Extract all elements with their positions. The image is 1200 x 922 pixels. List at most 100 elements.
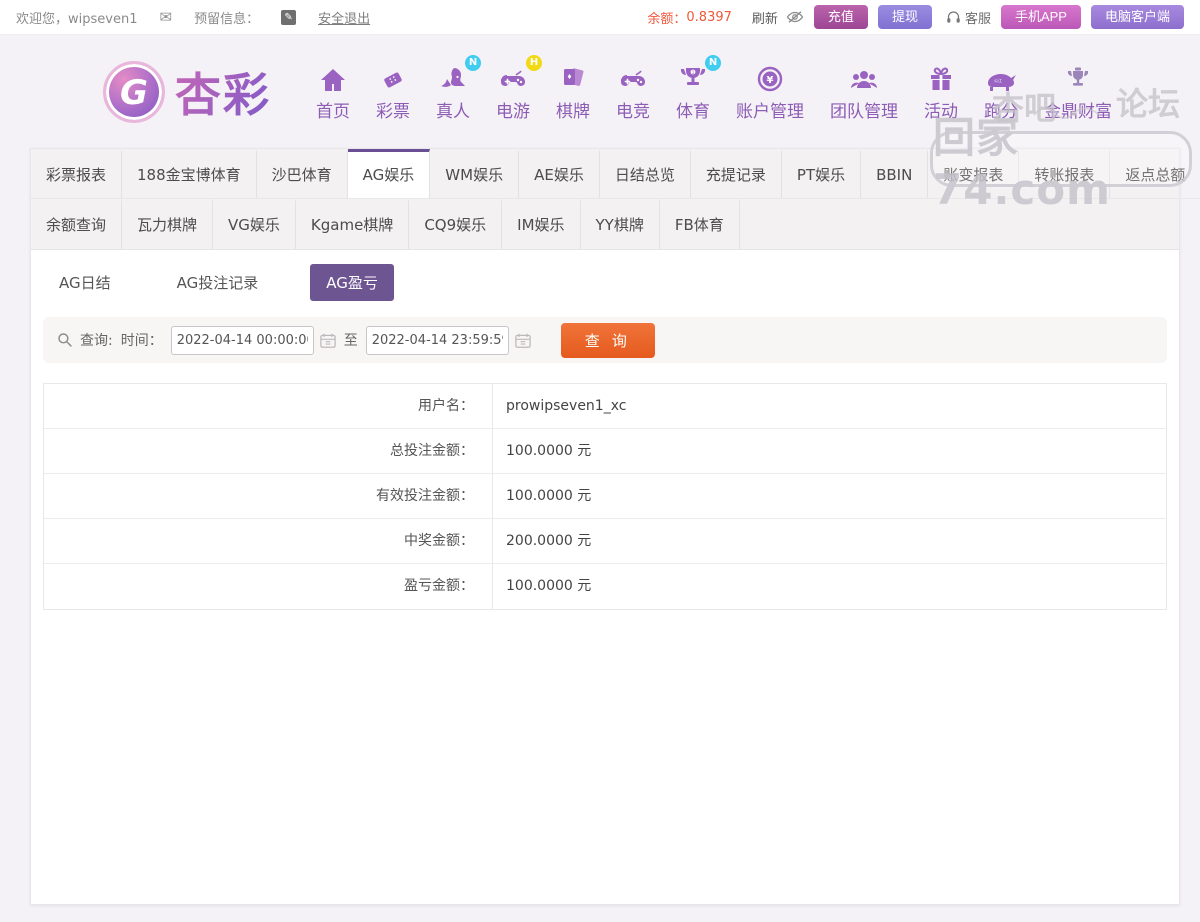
table-row: 盈亏金额：100.0000 元 [44, 564, 1166, 609]
tab-item[interactable]: 彩票报表 [31, 149, 122, 199]
start-datetime-input[interactable] [171, 326, 314, 355]
nav-item-label: 电游 [496, 97, 530, 122]
tab-item[interactable]: 日结总览 [600, 149, 691, 199]
nav-item[interactable]: 1N 体育 [676, 61, 710, 122]
recharge-button[interactable]: 充值 [814, 5, 868, 29]
people-icon [849, 61, 879, 93]
refresh-link[interactable]: 刷新 [752, 8, 778, 27]
svg-text:公江: 公江 [994, 77, 1002, 83]
calendar-icon[interactable] [320, 332, 336, 348]
subtab-item[interactable]: AG投注记录 [163, 264, 273, 301]
envelope-icon[interactable]: ✉ [159, 8, 172, 26]
query-label: 查询: [80, 330, 113, 350]
home-icon [319, 61, 347, 93]
tab-item[interactable]: BBIN [861, 149, 928, 199]
nav-item[interactable]: 电竞 [616, 61, 650, 122]
time-label: 时间： [121, 330, 163, 350]
nav-item-label: 跑分 [984, 97, 1018, 122]
nav-item[interactable]: N真人 [436, 61, 470, 122]
nav-item-label: 团队管理 [830, 97, 898, 122]
top-bar: 欢迎您，wipseven1 ✉ 预留信息： ✎ 安全退出 余额： 0.8397 … [0, 0, 1200, 35]
badge-n: N [705, 55, 721, 71]
detail-table: 用户名：prowipseven1_xc总投注金额：100.0000 元有效投注金… [43, 383, 1167, 610]
table-row: 中奖金额：200.0000 元 [44, 519, 1166, 564]
logo-badge-icon: G [103, 61, 165, 123]
tab-item[interactable]: 充提记录 [691, 149, 782, 199]
nav-item[interactable]: 首页 [316, 61, 350, 122]
subtab-item[interactable]: AG日结 [45, 264, 125, 301]
row-label: 中奖金额： [44, 519, 493, 563]
query-submit-button[interactable]: 查 询 [561, 323, 655, 358]
person-icon: N [439, 61, 467, 93]
nav-item[interactable]: ¥账户管理 [736, 61, 804, 122]
nav-item-label: 棋牌 [556, 97, 590, 122]
eye-off-icon[interactable] [786, 10, 804, 24]
nav-item[interactable]: 团队管理 [830, 61, 898, 122]
site-logo[interactable]: G 杏彩 [103, 59, 271, 125]
tab-item[interactable]: 188金宝博体育 [122, 149, 257, 199]
cup-icon [1064, 61, 1092, 93]
edit-icon[interactable]: ✎ [281, 10, 296, 25]
nav-item[interactable]: 公江跑分 [984, 61, 1018, 122]
nav-item[interactable]: 金鼎财富 [1044, 61, 1112, 122]
end-datetime-input[interactable] [366, 326, 509, 355]
nav-item[interactable]: 活动 [924, 61, 958, 122]
nav-item[interactable]: 彩票 [376, 61, 410, 122]
tab-item[interactable]: AG娱乐 [348, 149, 431, 199]
nav-item[interactable]: H电游 [496, 61, 530, 122]
tab-item[interactable]: Kgame棋牌 [296, 199, 409, 249]
calendar-icon[interactable] [515, 332, 531, 348]
balance-value: 0.8397 [686, 10, 732, 25]
row-label: 有效投注金额： [44, 474, 493, 518]
nav-item-label: 电竞 [616, 97, 650, 122]
tab-item[interactable]: YY棋牌 [581, 199, 660, 249]
nav-item-label: 首页 [316, 97, 350, 122]
gift-icon [928, 61, 954, 93]
main-nav: G 杏彩 首页彩票N真人H电游棋牌电竞1N体育¥账户管理团队管理活动公江跑分金鼎… [0, 35, 1200, 148]
headset-icon [946, 10, 961, 24]
nav-item[interactable]: 棋牌 [556, 61, 590, 122]
logout-link[interactable]: 安全退出 [318, 8, 370, 27]
welcome-text: 欢迎您，wipseven1 [16, 8, 137, 27]
row-value: 200.0000 元 [493, 519, 1166, 563]
table-row: 总投注金额：100.0000 元 [44, 429, 1166, 474]
pc-client-button[interactable]: 电脑客户端 [1091, 5, 1184, 29]
table-row: 用户名：prowipseven1_xc [44, 384, 1166, 429]
trophy-icon: 1N [679, 61, 707, 93]
mobile-app-button[interactable]: 手机APP [1001, 5, 1081, 29]
tab-item[interactable]: FB体育 [660, 199, 740, 249]
to-label: 至 [344, 330, 358, 350]
badge-h: H [526, 55, 542, 71]
ticket-icon [380, 61, 406, 93]
row-label: 用户名： [44, 384, 493, 428]
tab-item[interactable]: 余额查询 [31, 199, 122, 249]
tab-item[interactable]: VG娱乐 [213, 199, 296, 249]
nav-item-label: 体育 [676, 97, 710, 122]
tab-item[interactable]: AE娱乐 [519, 149, 600, 199]
tab-item[interactable]: 瓦力棋牌 [122, 199, 213, 249]
nav-item-label: 账户管理 [736, 97, 804, 122]
tab-item[interactable]: CQ9娱乐 [409, 199, 502, 249]
cards-icon [560, 61, 586, 93]
brand-name: 杏彩 [175, 59, 271, 125]
watermark-right-text: 论坛 [1116, 79, 1180, 125]
tab-item[interactable]: 账变报表 [928, 149, 1019, 199]
row-value: 100.0000 元 [493, 429, 1166, 473]
row-value: prowipseven1_xc [493, 384, 1166, 428]
tab-item[interactable]: PT娱乐 [782, 149, 861, 199]
table-row: 有效投注金额：100.0000 元 [44, 474, 1166, 519]
tab-item[interactable]: 返点总额 [1110, 149, 1200, 199]
content-panel: 彩票报表188金宝博体育沙巴体育AG娱乐WM娱乐AE娱乐日结总览充提记录PT娱乐… [30, 148, 1180, 905]
row-value: 100.0000 元 [493, 564, 1166, 609]
subtab-item[interactable]: AG盈亏 [310, 264, 394, 301]
reserved-info-label: 预留信息： [194, 8, 259, 27]
tab-item[interactable]: IM娱乐 [502, 199, 580, 249]
tab-item[interactable]: 转账报表 [1019, 149, 1110, 199]
tab-item[interactable]: 沙巴体育 [257, 149, 348, 199]
withdraw-button[interactable]: 提现 [878, 5, 932, 29]
tab-item[interactable]: WM娱乐 [430, 149, 519, 199]
rhino-icon: 公江 [984, 61, 1018, 93]
nav-item-label: 金鼎财富 [1044, 97, 1112, 122]
customer-service-link[interactable]: 客服 [946, 8, 991, 27]
search-icon [57, 332, 73, 348]
